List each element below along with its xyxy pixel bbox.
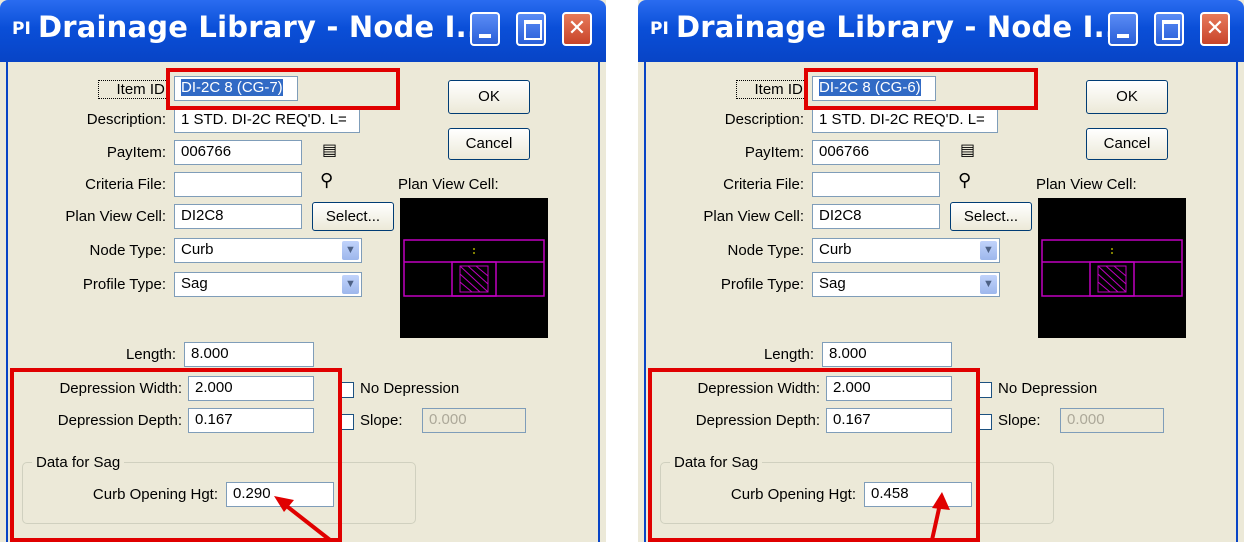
node-type-label: Node Type: xyxy=(89,242,166,259)
chevron-down-icon[interactable]: ▼ xyxy=(342,275,359,294)
criteria-file-input[interactable] xyxy=(174,172,302,197)
description-input[interactable]: 1 STD. DI-2C REQ'D. L= xyxy=(174,108,360,133)
profile-type-dropdown[interactable]: Sag ▼ xyxy=(812,272,1000,297)
slope-label: Slope: xyxy=(998,412,1041,429)
slope-input[interactable]: 0.000 xyxy=(1060,408,1164,433)
select-button[interactable]: Select... xyxy=(312,202,394,231)
profile-type-value: Sag xyxy=(181,275,208,292)
plan-view-cell-input[interactable]: DI2C8 xyxy=(174,204,302,229)
plan-view-cell-label: Plan View Cell: xyxy=(65,208,166,225)
minimize-button[interactable] xyxy=(1108,12,1138,46)
no-depression-label: No Depression xyxy=(998,380,1098,397)
item-id-label: Item ID: xyxy=(98,80,170,99)
cancel-button[interactable]: Cancel xyxy=(448,128,530,160)
title-bar[interactable]: PI Drainage Library - Node I... ✕ xyxy=(638,0,1244,62)
dialog-body: Item ID: DI-2C 8 (CG-7) Description: 1 S… xyxy=(6,62,600,542)
app-logo-icon: PI xyxy=(650,19,669,39)
cancel-button[interactable]: Cancel xyxy=(1086,128,1168,160)
drainage-cell-drawing xyxy=(403,239,545,297)
length-label: Length: xyxy=(125,346,176,363)
plan-view-cell-preview xyxy=(1038,198,1186,338)
plan-view-cell-label: Plan View Cell: xyxy=(703,208,804,225)
payitem-input[interactable]: 006766 xyxy=(174,140,302,165)
plan-view-cell-preview-label: Plan View Cell: xyxy=(398,176,499,193)
select-button[interactable]: Select... xyxy=(950,202,1032,231)
plan-view-cell-preview-label: Plan View Cell: xyxy=(1036,176,1137,193)
item-id-label: Item ID: xyxy=(736,80,808,99)
calculator-icon[interactable]: ▤ xyxy=(322,140,337,159)
dialog-body: Item ID: DI-2C 8 (CG-6) Description: 1 S… xyxy=(644,62,1238,542)
window-title: Drainage Library - Node I... xyxy=(676,10,1128,44)
maximize-button[interactable] xyxy=(1154,12,1184,46)
slope-label: Slope: xyxy=(360,412,403,429)
chevron-down-icon[interactable]: ▼ xyxy=(980,275,997,294)
search-icon[interactable]: ⚲ xyxy=(320,170,333,191)
length-input[interactable]: 8.000 xyxy=(822,342,952,367)
no-depression-label: No Depression xyxy=(360,380,460,397)
maximize-button[interactable] xyxy=(516,12,546,46)
dialog-right: PI Drainage Library - Node I... ✕ Item I… xyxy=(638,0,1244,542)
node-type-dropdown[interactable]: Curb ▼ xyxy=(812,238,1000,263)
chevron-down-icon[interactable]: ▼ xyxy=(980,241,997,260)
item-id-highlight xyxy=(166,68,400,110)
criteria-file-label: Criteria File: xyxy=(723,176,804,193)
arrow-annotation-icon xyxy=(274,496,332,542)
app-logo-icon: PI xyxy=(12,19,31,39)
profile-type-label: Profile Type: xyxy=(720,276,804,293)
slope-input[interactable]: 0.000 xyxy=(422,408,526,433)
criteria-file-label: Criteria File: xyxy=(85,176,166,193)
length-label: Length: xyxy=(763,346,814,363)
description-input[interactable]: 1 STD. DI-2C REQ'D. L= xyxy=(812,108,998,133)
payitem-label: PayItem: xyxy=(106,144,166,161)
dialog-left: PI Drainage Library - Node I... ✕ Item I… xyxy=(0,0,606,542)
ok-button[interactable]: OK xyxy=(1086,80,1168,114)
calculator-icon[interactable]: ▤ xyxy=(960,140,975,159)
item-id-highlight xyxy=(804,68,1038,110)
close-button[interactable]: ✕ xyxy=(1200,12,1230,46)
payitem-label: PayItem: xyxy=(744,144,804,161)
criteria-file-input[interactable] xyxy=(812,172,940,197)
search-icon[interactable]: ⚲ xyxy=(958,170,971,191)
description-label: Description: xyxy=(86,111,166,128)
node-type-value: Curb xyxy=(181,241,214,258)
length-input[interactable]: 8.000 xyxy=(184,342,314,367)
profile-type-value: Sag xyxy=(819,275,846,292)
close-button[interactable]: ✕ xyxy=(562,12,592,46)
minimize-button[interactable] xyxy=(470,12,500,46)
chevron-down-icon[interactable]: ▼ xyxy=(342,241,359,260)
profile-type-dropdown[interactable]: Sag ▼ xyxy=(174,272,362,297)
title-bar[interactable]: PI Drainage Library - Node I... ✕ xyxy=(0,0,606,62)
payitem-input[interactable]: 006766 xyxy=(812,140,940,165)
drainage-cell-drawing xyxy=(1041,239,1183,297)
node-type-value: Curb xyxy=(819,241,852,258)
ok-button[interactable]: OK xyxy=(448,80,530,114)
node-type-label: Node Type: xyxy=(727,242,804,259)
description-label: Description: xyxy=(724,111,804,128)
plan-view-cell-preview xyxy=(400,198,548,338)
node-type-dropdown[interactable]: Curb ▼ xyxy=(174,238,362,263)
arrow-annotation-icon xyxy=(930,492,950,541)
window-title: Drainage Library - Node I... xyxy=(38,10,490,44)
plan-view-cell-input[interactable]: DI2C8 xyxy=(812,204,940,229)
profile-type-label: Profile Type: xyxy=(82,276,166,293)
